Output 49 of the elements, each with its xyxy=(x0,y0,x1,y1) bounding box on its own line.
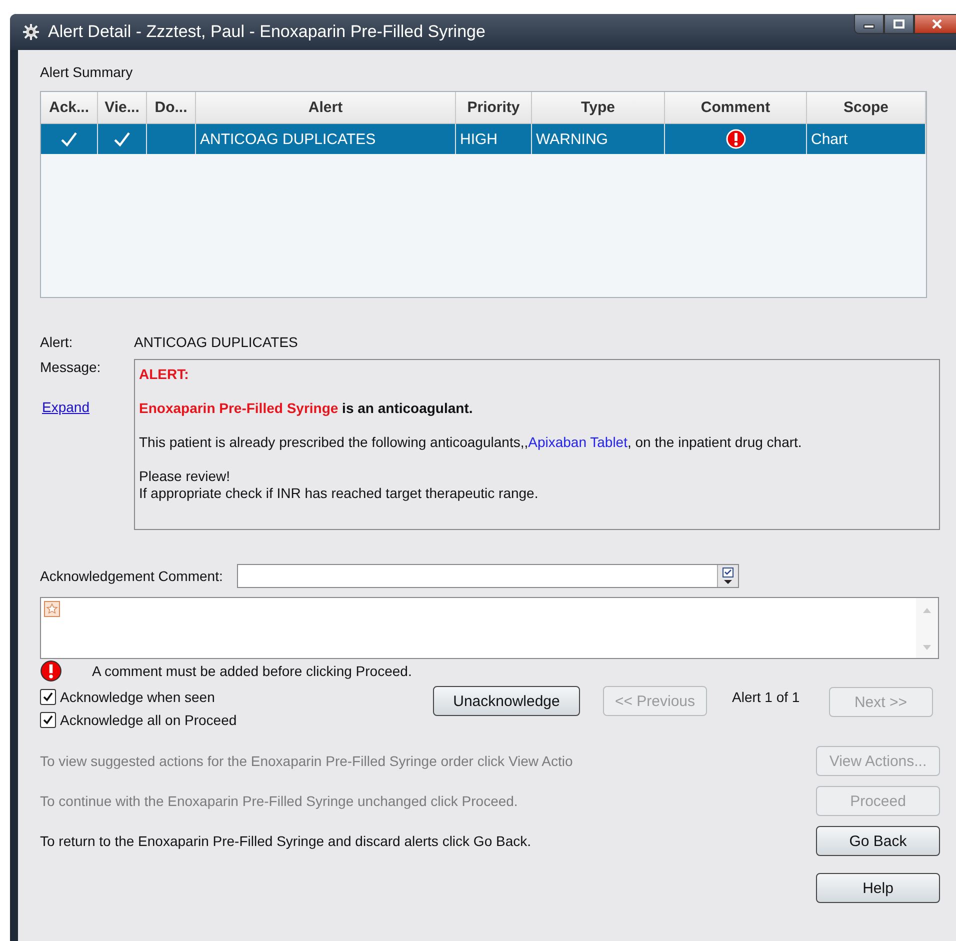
instruction-text: To return to the Enoxaparin Pre-Filled Syringe and discard alerts click Go Back. xyxy=(40,833,532,849)
checkbox[interactable]: Acknowledge all on Proceed xyxy=(40,712,237,728)
scroll-down-icon xyxy=(922,644,932,652)
alert-name: ANTICOAG DUPLICATES xyxy=(134,334,298,350)
field-label: Message: xyxy=(40,359,102,375)
alert-position: Alert 1 of 1 xyxy=(732,689,800,705)
maximize-button[interactable] xyxy=(884,14,914,34)
column-header[interactable]: Comment xyxy=(665,92,807,123)
expand-link[interactable]: Expand xyxy=(42,399,90,415)
column-header[interactable]: Type xyxy=(532,92,665,123)
field-label: Acknowledgement Comment: xyxy=(40,568,223,584)
message-text: Enoxaparin Pre-Filled Syringe is an anticoagulant. xyxy=(139,400,474,417)
table-row[interactable]: ANTICOAG DUPLICATES HIGH WARNING Chart xyxy=(41,124,926,154)
scrollbar[interactable] xyxy=(916,598,938,658)
app-icon xyxy=(22,23,40,41)
window-title: Alert Detail - Zzztest, Paul - Enoxaparin Pre-Filled Syringe xyxy=(48,22,486,42)
table-cell: ANTICOAG DUPLICATES xyxy=(200,130,376,148)
checkmark-icon xyxy=(42,691,54,703)
table-cell: Chart xyxy=(811,130,848,148)
message-text: Please review! If appropriate check if INR has reached target therapeutic range. xyxy=(139,468,540,502)
instruction-text: To view suggested actions for the Enoxaparin Pre-Filled Syringe order click View Actio xyxy=(40,753,573,769)
warning-message: A comment must be added before clicking Proceed. xyxy=(92,663,412,679)
message-text: This patient is already prescribed the following anticoagulants,,Apixaban Tablet, on the inpatient drug chart. xyxy=(139,434,803,451)
scroll-up-icon xyxy=(922,606,932,614)
close-button[interactable] xyxy=(914,14,956,34)
maximize-icon xyxy=(893,19,905,29)
column-header[interactable]: Vie... xyxy=(98,92,147,123)
field-label: Alert: xyxy=(40,334,74,350)
checkmark-icon xyxy=(42,714,54,726)
star-icon xyxy=(44,601,60,617)
comment-field[interactable] xyxy=(236,564,739,588)
column-header[interactable]: Priority xyxy=(456,92,532,123)
checkbox[interactable]: Acknowledge when seen xyxy=(40,689,215,705)
action-button[interactable]: Go Back xyxy=(816,826,940,856)
comment-text-area[interactable] xyxy=(40,597,939,659)
close-icon xyxy=(931,19,943,29)
column-header[interactable]: Ack... xyxy=(41,92,98,123)
help-button[interactable]: Help xyxy=(816,873,940,903)
table-cell: WARNING xyxy=(536,130,608,148)
table-cell: HIGH xyxy=(460,130,498,148)
unacknowledge-button[interactable]: Unacknowledge xyxy=(433,686,580,716)
column-header[interactable]: Scope xyxy=(807,92,926,123)
minimize-button[interactable] xyxy=(854,14,884,34)
instruction-text: To continue with the Enoxaparin Pre-Filled Syringe unchanged click Proceed. xyxy=(40,793,518,809)
dropdown-icon xyxy=(720,567,736,585)
message-text: ALERT: xyxy=(139,366,190,383)
column-header[interactable]: Do... xyxy=(147,92,196,123)
section-label: Alert Summary xyxy=(40,64,134,80)
column-header[interactable]: Alert xyxy=(196,92,456,123)
